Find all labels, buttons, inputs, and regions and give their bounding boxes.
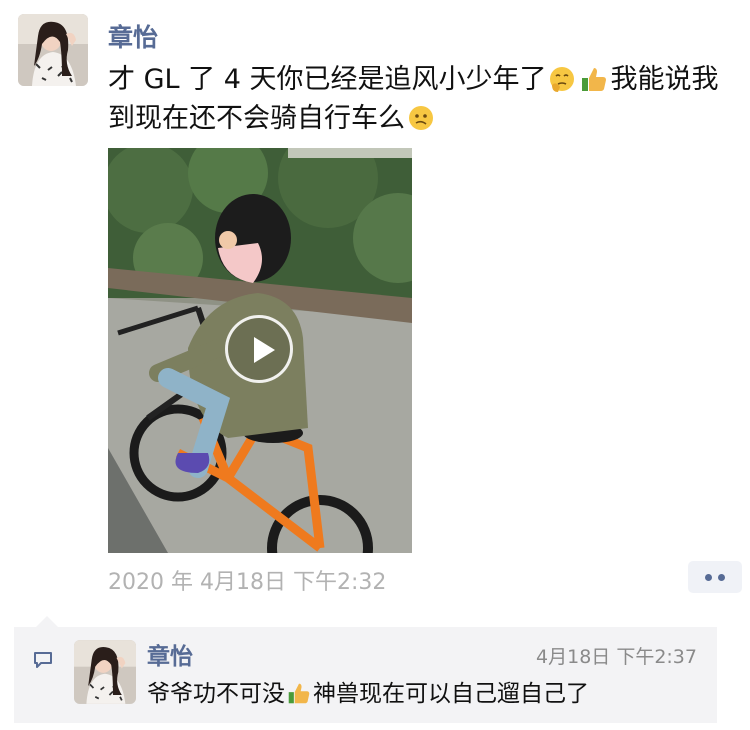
post-timestamp: 2020 年 4月18日 下午2:32: [108, 570, 387, 595]
confused-face-icon: [409, 106, 433, 130]
post-text: 才 GL 了 4 天你已经是追风小少年了 我能说我到现在还不会骑自行车么: [108, 60, 738, 138]
more-dot-icon: [705, 574, 712, 581]
post-text-part1: 才 GL 了 4 天你已经是追风小少年了: [108, 64, 547, 95]
more-dot-icon: [718, 574, 725, 581]
video-thumbnail[interactable]: [108, 148, 412, 553]
comment-text-part1: 爷爷功不可没: [147, 681, 285, 707]
comment-text-part2: 神兽现在可以自己遛自己了: [313, 681, 589, 707]
author-avatar[interactable]: [18, 14, 88, 86]
comment-panel: 章怡 4月18日 下午2:37 爷爷功不可没 神兽现在可以自己遛自己了: [14, 616, 717, 723]
thinking-face-icon: [550, 67, 575, 92]
comment-time: 4月18日 下午2:37: [536, 646, 697, 668]
commenter-name[interactable]: 章怡: [147, 637, 193, 671]
comment-bubble-icon: [34, 652, 52, 668]
play-button[interactable]: [225, 315, 293, 383]
thumbs-up-icon: [288, 683, 310, 704]
thumbs-up-icon: [582, 68, 607, 91]
more-options-button[interactable]: [688, 561, 742, 593]
commenter-avatar[interactable]: [74, 640, 136, 704]
post-author-name[interactable]: 章怡: [108, 18, 158, 54]
comment-text[interactable]: 爷爷功不可没 神兽现在可以自己遛自己了: [147, 674, 589, 708]
